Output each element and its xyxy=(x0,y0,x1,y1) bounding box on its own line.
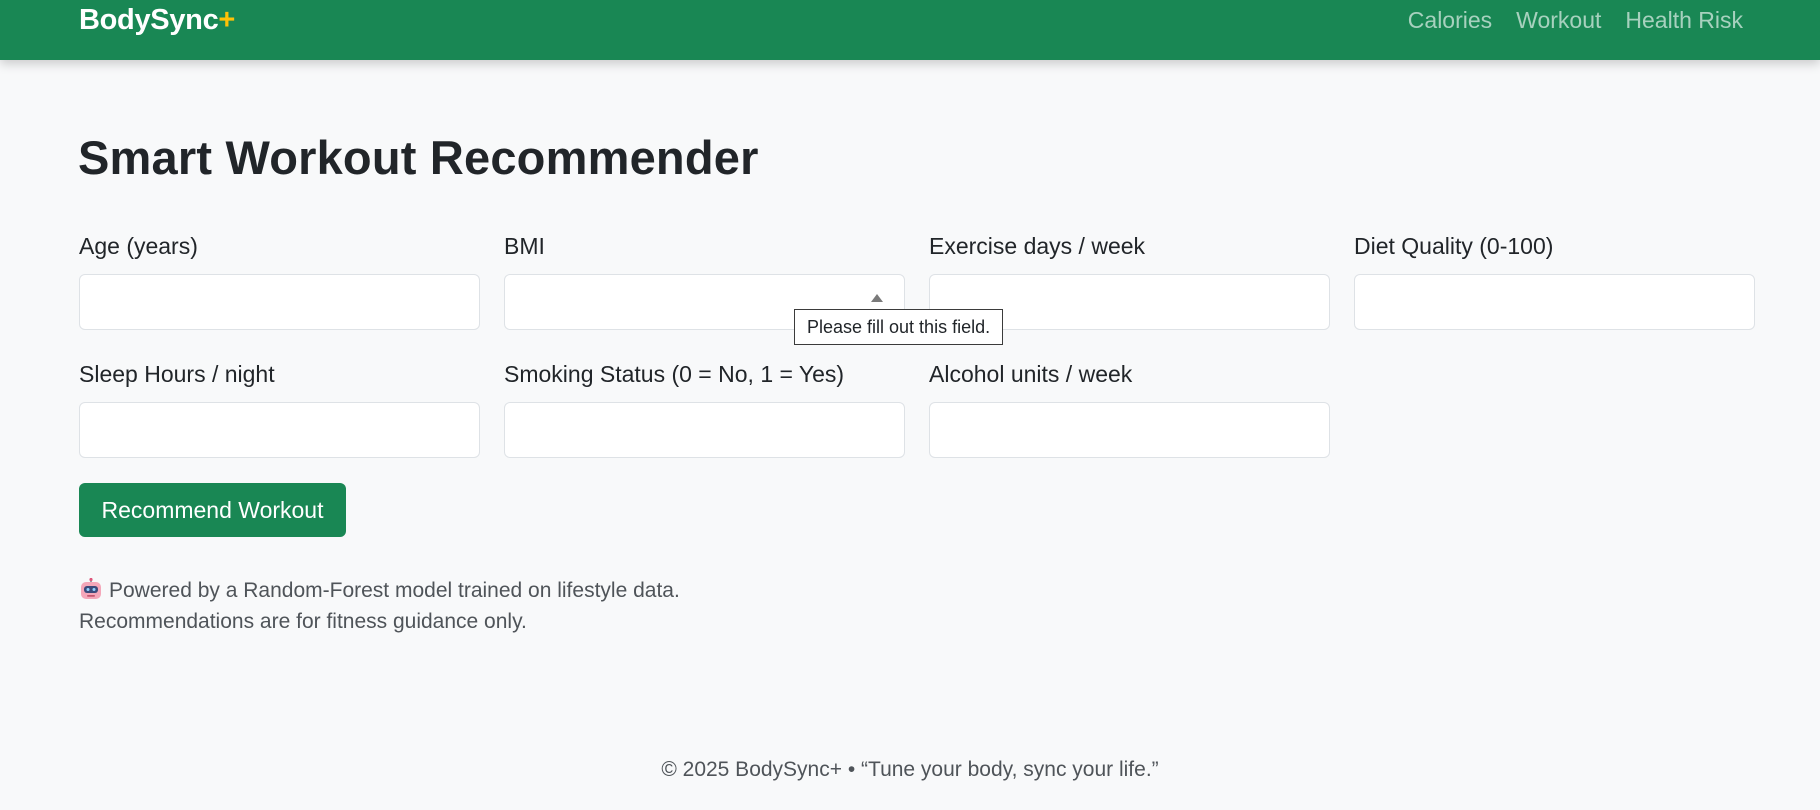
brand-plus-sign: + xyxy=(218,4,236,36)
smoking-status-input[interactable] xyxy=(504,402,905,458)
page-footer: © 2025 BodySync+ • “Tune your body, sync… xyxy=(0,758,1820,782)
age-field: Age (years) xyxy=(79,233,480,330)
recommend-workout-button[interactable]: Recommend Workout xyxy=(79,483,346,537)
diet-quality-field: Diet Quality (0-100) xyxy=(1354,233,1755,330)
age-input[interactable] xyxy=(79,274,480,330)
diet-quality-input[interactable] xyxy=(1354,274,1755,330)
brand-logo[interactable]: BodySync+ xyxy=(79,4,235,37)
alcohol-units-input[interactable] xyxy=(929,402,1330,458)
age-label: Age (years) xyxy=(79,233,198,259)
alcohol-units-label: Alcohol units / week xyxy=(929,361,1133,387)
bmi-label: BMI xyxy=(504,233,545,259)
brand-name: BodySync xyxy=(79,4,219,36)
sleep-hours-input[interactable] xyxy=(79,402,480,458)
validation-tooltip: Please fill out this field. xyxy=(794,309,1004,345)
nav-link-calories[interactable]: Calories xyxy=(1408,7,1492,34)
top-navbar: BodySync+ Calories Workout Health Risk xyxy=(0,0,1820,60)
note-line-2: Recommendations are for fitness guidance… xyxy=(79,610,527,633)
footer-text: © 2025 BodySync+ • “Tune your body, sync… xyxy=(661,758,1159,781)
robot-icon xyxy=(81,578,101,599)
model-note: Powered by a Random-Forest model trained… xyxy=(79,575,680,637)
smoking-status-label: Smoking Status (0 = No, 1 = Yes) xyxy=(504,361,845,387)
spinner-up-arrow-icon[interactable] xyxy=(871,294,883,302)
sleep-hours-field: Sleep Hours / night xyxy=(79,361,480,458)
nav-link-health-risk[interactable]: Health Risk xyxy=(1625,7,1743,34)
diet-quality-label: Diet Quality (0-100) xyxy=(1354,233,1554,259)
bmi-field: BMI xyxy=(504,233,905,330)
note-line-1: Powered by a Random-Forest model trained… xyxy=(109,579,680,602)
exercise-days-label: Exercise days / week xyxy=(929,233,1146,259)
nav-links: Calories Workout Health Risk xyxy=(1408,7,1743,34)
nav-link-workout[interactable]: Workout xyxy=(1516,7,1601,34)
smoking-status-field: Smoking Status (0 = No, 1 = Yes) xyxy=(504,361,905,458)
exercise-days-field: Exercise days / week xyxy=(929,233,1330,330)
sleep-hours-label: Sleep Hours / night xyxy=(79,361,275,387)
page-title: Smart Workout Recommender xyxy=(78,131,759,184)
alcohol-units-field: Alcohol units / week xyxy=(929,361,1330,458)
